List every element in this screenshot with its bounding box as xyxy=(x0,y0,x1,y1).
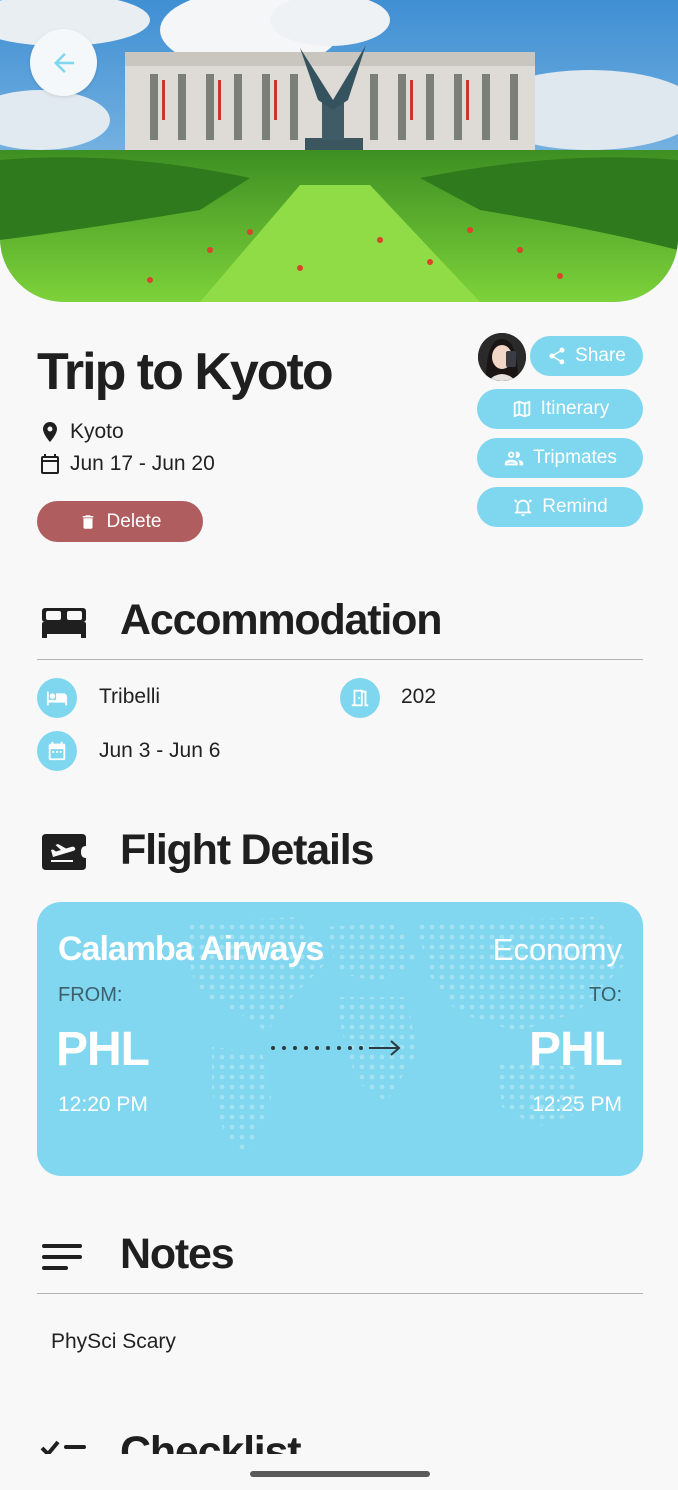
back-button[interactable] xyxy=(30,29,97,96)
from-label: FROM: xyxy=(58,984,123,1006)
hotel-icon xyxy=(37,678,77,718)
arrival-time: 12:25 PM xyxy=(532,1093,622,1116)
accommodation-divider xyxy=(37,659,643,660)
trip-dates: Jun 17 - Jun 20 xyxy=(38,452,215,476)
itinerary-button[interactable]: Itinerary xyxy=(477,389,643,429)
arrow-left-icon xyxy=(53,52,74,73)
share-icon xyxy=(549,347,565,365)
notes-divider xyxy=(37,1293,643,1294)
itinerary-label: Itinerary xyxy=(540,398,610,419)
avatar[interactable] xyxy=(478,333,526,381)
delete-label: Delete xyxy=(106,510,162,532)
tripmates-label: Tripmates xyxy=(533,447,617,468)
trip-location: Kyoto xyxy=(38,420,124,444)
flight-class: Economy xyxy=(492,932,622,967)
remind-button[interactable]: Remind xyxy=(477,487,643,527)
accommodation-title: Accommodation xyxy=(120,596,442,644)
notes-text: PhySci Scary xyxy=(51,1330,176,1353)
hero-image xyxy=(0,0,678,302)
flight-card[interactable]: Calamba Airways Economy FROM: TO: PHL PH… xyxy=(37,902,643,1176)
share-label: Share xyxy=(575,345,626,366)
accommodation-dates: Jun 3 - Jun 6 xyxy=(99,739,221,762)
arrival-code: PHL xyxy=(529,1023,623,1076)
share-button[interactable]: Share xyxy=(530,336,643,376)
alarm-icon xyxy=(514,499,533,517)
airline-name: Calamba Airways xyxy=(58,930,324,968)
tripmates-button[interactable]: Tripmates xyxy=(477,438,643,478)
location-pin-icon xyxy=(43,422,57,442)
hotel-name: Tribelli xyxy=(99,685,161,708)
map-icon xyxy=(513,400,530,418)
flight-details-title: Flight Details xyxy=(120,826,374,874)
room-number: 202 xyxy=(401,685,437,708)
to-label: TO: xyxy=(589,984,622,1006)
checklist-section: Checklist xyxy=(0,1410,678,1454)
bed-icon xyxy=(42,608,86,638)
notes-icon xyxy=(42,1244,82,1270)
event-icon xyxy=(37,731,77,771)
checklist-title: Checklist xyxy=(120,1428,302,1454)
trip-title: Trip to Kyoto xyxy=(37,343,334,401)
departure-time: 12:20 PM xyxy=(58,1093,148,1116)
flight-ticket-icon xyxy=(42,834,86,870)
people-icon xyxy=(504,451,524,466)
door-icon xyxy=(340,678,380,718)
trip-location-text: Kyoto xyxy=(70,420,124,443)
remind-label: Remind xyxy=(542,496,608,517)
checklist-icon xyxy=(40,1440,86,1454)
trash-icon xyxy=(82,514,93,529)
flight-path-arrow-icon xyxy=(271,1040,401,1056)
departure-code: PHL xyxy=(56,1023,150,1076)
notes-title: Notes xyxy=(120,1230,235,1278)
calendar-icon xyxy=(41,454,59,474)
delete-button[interactable]: Delete xyxy=(37,501,203,542)
trip-dates-text: Jun 17 - Jun 20 xyxy=(70,452,215,475)
home-indicator[interactable] xyxy=(250,1471,430,1477)
